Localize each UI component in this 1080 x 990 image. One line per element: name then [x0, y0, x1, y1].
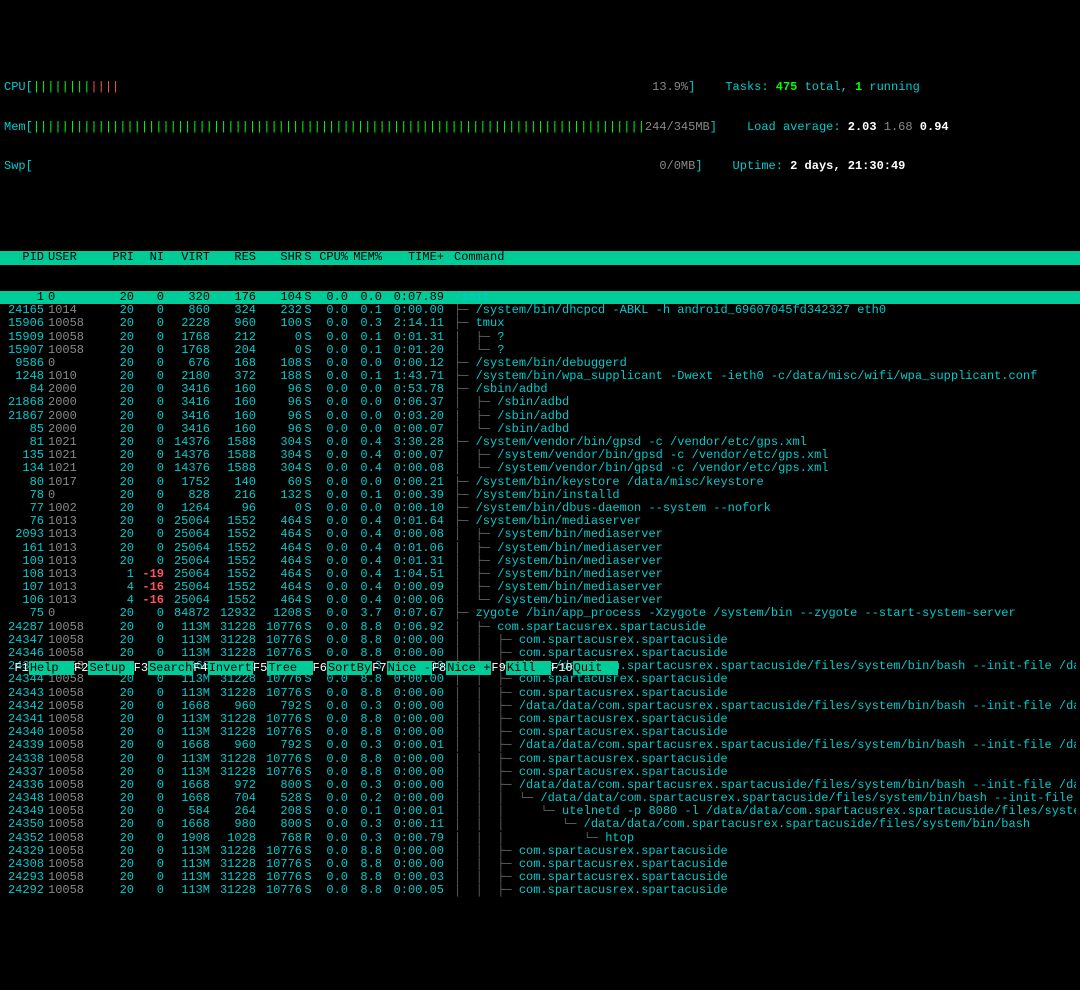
process-row[interactable]: 24339100582001668960792S0.00.30:00.01│ │…: [0, 739, 1080, 752]
process-row[interactable]: 2429210058200113M3122810776S0.08.80:00.0…: [0, 884, 1080, 897]
process-row[interactable]: 2434410058200113M3122810776S0.08.80:00.0…: [0, 673, 1080, 686]
process-row[interactable]: 24350100582001668980800S0.00.30:00.11│ │…: [0, 818, 1080, 831]
fkey-f4[interactable]: F4Invert: [193, 661, 253, 675]
fkey-f10[interactable]: F10Quit: [551, 661, 618, 675]
process-row[interactable]: 2429310058200113M3122810776S0.08.80:00.0…: [0, 871, 1080, 884]
fkey-f8[interactable]: F8Nice +: [432, 661, 492, 675]
process-row[interactable]: 218682000200341616096S0.00.00:06.37│ ├─ …: [0, 396, 1080, 409]
process-row[interactable]: 2434910058200584264208S0.00.10:00.01│ │ …: [0, 805, 1080, 818]
fkey-f1[interactable]: F1Help: [14, 661, 74, 675]
fkey-f7[interactable]: F7Nice -: [372, 661, 432, 675]
process-row[interactable]: 2428710058200113M3122810776S0.08.80:06.9…: [0, 621, 1080, 634]
process-row[interactable]: 2433710058200113M3122810776S0.08.80:00.0…: [0, 766, 1080, 779]
process-row[interactable]: 2434310058200113M3122810776S0.08.80:00.0…: [0, 687, 1080, 700]
process-list[interactable]: 10200320176104S0.00.00:07.89/init2416510…: [0, 291, 1080, 898]
fkey-f5[interactable]: F5Tree: [253, 661, 313, 675]
fkey-f2[interactable]: F2Setup: [74, 661, 134, 675]
process-row[interactable]: 15906100582002228960100S0.00.32:14.11├─ …: [0, 317, 1080, 330]
process-row[interactable]: 243521005820019081028768R0.00.30:00.79│ …: [0, 832, 1080, 845]
fkey-f9[interactable]: F9Kill: [491, 661, 551, 675]
column-headers[interactable]: PID USER PRI NI VIRT RES SHR S CPU% MEM%…: [0, 251, 1080, 264]
process-row[interactable]: 75020084872129321208S0.03.70:07.67├─ zyg…: [0, 607, 1080, 620]
process-row[interactable]: 2433810058200113M3122810776S0.08.80:00.0…: [0, 753, 1080, 766]
process-row[interactable]: 780200828216132S0.00.10:00.39├─ /system/…: [0, 489, 1080, 502]
process-row[interactable]: 159091005820017682120S0.00.10:01.31│ ├─ …: [0, 331, 1080, 344]
process-row[interactable]: 1091013200250641552464S0.00.40:01.31│ ├─…: [0, 555, 1080, 568]
process-row[interactable]: 159071005820017682040S0.00.10:01.20│ └─ …: [0, 344, 1080, 357]
process-row[interactable]: 1611013200250641552464S0.00.40:01.06│ ├─…: [0, 542, 1080, 555]
process-row[interactable]: 2430810058200113M3122810776S0.08.80:00.0…: [0, 858, 1080, 871]
process-row[interactable]: 20931013200250641552464S0.00.40:00.08│ ├…: [0, 528, 1080, 541]
process-row[interactable]: 2432910058200113M3122810776S0.08.80:00.0…: [0, 845, 1080, 858]
process-row[interactable]: 24342100582001668960792S0.00.30:00.00│ │…: [0, 700, 1080, 713]
fkey-f6[interactable]: F6SortBy: [313, 661, 373, 675]
fkey-f3[interactable]: F3Search: [134, 661, 194, 675]
process-row[interactable]: 1341021200143761588304S0.00.40:00.08│ └─…: [0, 462, 1080, 475]
process-row[interactable]: 801017200175214060S0.00.00:00.21├─ /syst…: [0, 476, 1080, 489]
process-row[interactable]: 24336100582001668972800S0.00.30:00.00│ │…: [0, 779, 1080, 792]
process-row[interactable]: 24348100582001668704528S0.00.20:00.00│ │…: [0, 792, 1080, 805]
process-row[interactable]: 2434010058200113M3122810776S0.08.80:00.0…: [0, 726, 1080, 739]
function-keys[interactable]: F1Help F2Setup F3SearchF4InvertF5Tree F6…: [0, 649, 1080, 675]
process-row[interactable]: 2434110058200113M3122810776S0.08.80:00.0…: [0, 713, 1080, 726]
header-meters: CPU[|||||||||||| 13.9%] Tasks: 475 total…: [0, 53, 1080, 189]
process-row[interactable]: 218672000200341616096S0.00.00:03.20│ ├─ …: [0, 410, 1080, 423]
